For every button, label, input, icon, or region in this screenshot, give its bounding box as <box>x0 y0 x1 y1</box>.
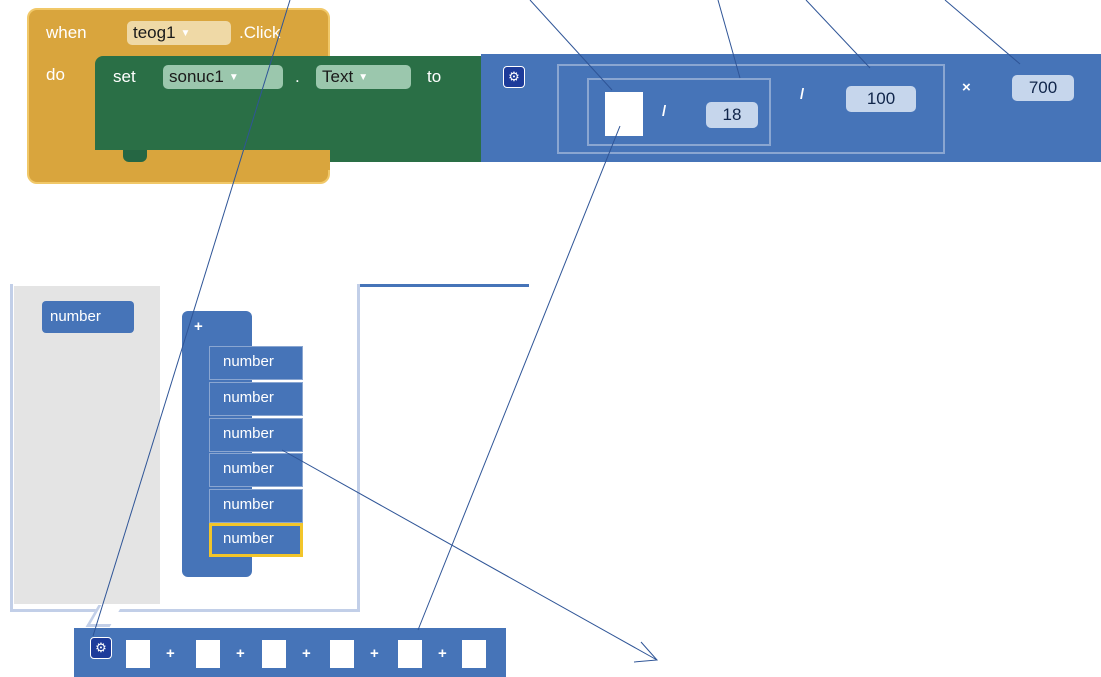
arrow-head <box>633 641 659 663</box>
annotation-line <box>805 0 871 69</box>
annotation-line <box>92 0 291 637</box>
annotation-line <box>281 449 658 661</box>
annotation-line <box>717 0 741 79</box>
annotation-line <box>944 0 1021 65</box>
annotation-line <box>529 0 613 91</box>
annotation-arrows <box>92 0 1021 663</box>
annotation-line <box>417 125 621 631</box>
